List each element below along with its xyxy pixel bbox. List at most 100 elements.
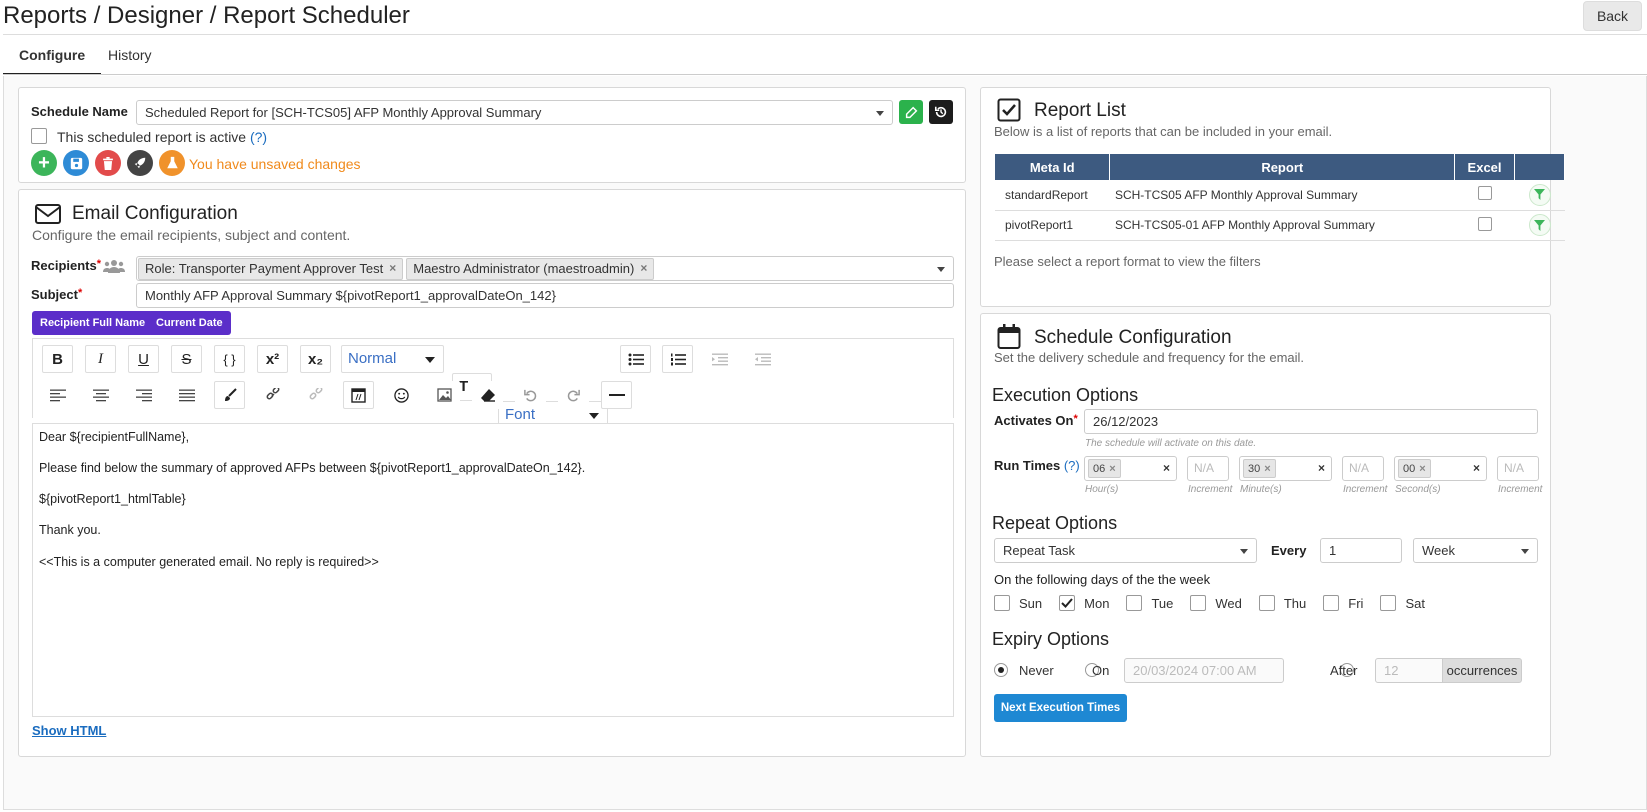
day-checkbox-thu[interactable] xyxy=(1258,595,1275,611)
hour-increment-input[interactable]: N/A xyxy=(1187,456,1229,481)
italic-button[interactable]: I xyxy=(85,345,116,373)
indent-button[interactable] xyxy=(704,345,735,373)
active-label-text: This scheduled report is active xyxy=(57,129,247,145)
second-increment-input[interactable]: N/A xyxy=(1497,456,1539,481)
insert-table-button[interactable] xyxy=(343,381,374,409)
underline-button[interactable]: U xyxy=(128,345,159,373)
repeat-mode-select[interactable]: Repeat Task xyxy=(994,538,1257,563)
day-checkbox-tue[interactable] xyxy=(1126,595,1143,611)
required-marker: * xyxy=(1073,413,1078,425)
save-button[interactable] xyxy=(63,150,89,176)
superscript-button[interactable]: x² xyxy=(257,345,288,373)
day-checkbox-mon[interactable] xyxy=(1059,595,1076,611)
history-button[interactable] xyxy=(929,100,953,124)
minute-increment-input[interactable]: N/A xyxy=(1342,456,1384,481)
align-center-button[interactable] xyxy=(85,381,116,409)
active-checkbox[interactable] xyxy=(31,128,47,144)
align-left-button[interactable] xyxy=(42,381,73,409)
email-body-editor[interactable]: Dear ${recipientFullName}, Please find b… xyxy=(32,423,954,717)
day-checkbox-sun[interactable] xyxy=(994,595,1010,611)
second-select[interactable]: 00 × × xyxy=(1394,456,1487,481)
next-execution-times-button[interactable]: Next Execution Times xyxy=(994,694,1127,722)
body-line: <<This is a computer generated email. No… xyxy=(39,555,379,569)
filter-button[interactable] xyxy=(1528,183,1551,206)
link-button[interactable] xyxy=(257,381,288,409)
repeat-unit-select[interactable]: Week xyxy=(1413,538,1538,563)
justify-button[interactable] xyxy=(171,381,202,409)
save-icon xyxy=(70,157,82,169)
body-line: Please find below the summary of approve… xyxy=(39,461,586,475)
insert-current-date-button[interactable]: Current Date xyxy=(148,311,231,335)
clear-format-button[interactable] xyxy=(472,381,503,409)
tab-configure[interactable]: Configure xyxy=(3,44,102,75)
schedule-name-select[interactable]: Scheduled Report for [SCH-TCS05] AFP Mon… xyxy=(136,100,893,125)
insert-image-button[interactable] xyxy=(429,381,460,409)
tabs-divider xyxy=(3,74,1647,75)
format-select[interactable]: Normal xyxy=(341,345,444,373)
outdent-button[interactable] xyxy=(747,345,778,373)
format-value: Normal xyxy=(348,350,397,367)
eraser-icon xyxy=(480,389,495,402)
undo-icon xyxy=(524,389,537,401)
undo-button[interactable] xyxy=(515,381,546,409)
day-checkbox-sat[interactable] xyxy=(1380,595,1397,611)
test-button[interactable] xyxy=(159,150,185,176)
run-button[interactable] xyxy=(127,150,153,176)
expiry-never-radio[interactable] xyxy=(994,663,1008,677)
subject-label: Subject* xyxy=(31,287,82,302)
emoji-button[interactable] xyxy=(386,381,417,409)
redo-button[interactable] xyxy=(558,381,589,409)
recipients-label: Recipients* xyxy=(31,258,101,273)
subscript-button[interactable]: x₂ xyxy=(300,345,331,373)
horizontal-rule-button[interactable] xyxy=(601,381,632,409)
filter-icon xyxy=(1534,219,1545,231)
unlink-button[interactable] xyxy=(300,381,331,409)
hour-select[interactable]: 06 × × xyxy=(1084,456,1177,481)
clear-icon[interactable]: × xyxy=(1473,461,1480,475)
every-input[interactable]: 1 xyxy=(1320,538,1402,563)
subject-input[interactable]: Monthly AFP Approval Summary ${pivotRepo… xyxy=(136,283,954,308)
delete-button[interactable] xyxy=(95,150,121,176)
excel-checkbox[interactable] xyxy=(1477,216,1492,231)
expiry-date-input[interactable]: 20/03/2024 07:00 AM xyxy=(1124,658,1284,683)
run-times-help-link[interactable]: (?) xyxy=(1064,458,1080,473)
numbered-list-button[interactable] xyxy=(662,345,693,373)
bold-button[interactable]: B xyxy=(42,345,73,373)
add-button[interactable]: + xyxy=(31,150,57,176)
html-block-icon xyxy=(351,387,366,403)
code-block-button[interactable]: { } xyxy=(214,345,245,373)
filter-button[interactable] xyxy=(1528,214,1551,236)
active-help-link[interactable]: (?) xyxy=(250,129,267,145)
insert-recipient-full-name-button[interactable]: Recipient Full Name xyxy=(32,311,154,335)
activates-on-label-text: Activates On xyxy=(994,413,1074,428)
filters-note: Please select a report format to view th… xyxy=(994,254,1261,269)
days-row: Sun Mon Tue Wed Thu Fri Sat xyxy=(994,595,1425,611)
body-line: ${pivotReport1_htmlTable} xyxy=(39,492,186,506)
edit-name-button[interactable] xyxy=(899,100,923,124)
tab-history[interactable]: History xyxy=(92,44,168,75)
schedule-config-title: Schedule Configuration xyxy=(1034,327,1232,348)
remove-chip-icon[interactable]: × xyxy=(1264,463,1270,475)
day-checkbox-wed[interactable] xyxy=(1190,595,1207,611)
flask-icon xyxy=(166,156,178,169)
align-right-button[interactable] xyxy=(128,381,159,409)
users-icon xyxy=(103,260,125,273)
repeat-options-heading: Repeat Options xyxy=(992,513,1118,533)
day-checkbox-fri[interactable] xyxy=(1323,595,1340,611)
expiry-occurrences-input[interactable]: 12 xyxy=(1375,658,1443,683)
back-button[interactable]: Back xyxy=(1583,1,1642,31)
bullet-list-button[interactable] xyxy=(620,345,651,373)
excel-checkbox[interactable] xyxy=(1477,186,1492,201)
strikethrough-button[interactable]: S xyxy=(171,345,202,373)
text-color-button[interactable] xyxy=(214,381,245,409)
clear-icon[interactable]: × xyxy=(1318,461,1325,475)
remove-tag-icon[interactable]: × xyxy=(389,257,396,280)
remove-tag-icon[interactable]: × xyxy=(640,257,647,280)
clear-icon[interactable]: × xyxy=(1163,461,1170,475)
recipients-input[interactable]: Role: Transporter Payment Approver Test ×… xyxy=(136,256,954,281)
activates-on-input[interactable]: 26/12/2023 xyxy=(1084,409,1538,434)
minute-select[interactable]: 30 × × xyxy=(1239,456,1332,481)
remove-chip-icon[interactable]: × xyxy=(1109,463,1115,475)
remove-chip-icon[interactable]: × xyxy=(1419,463,1425,475)
show-html-link[interactable]: Show HTML xyxy=(32,723,106,738)
